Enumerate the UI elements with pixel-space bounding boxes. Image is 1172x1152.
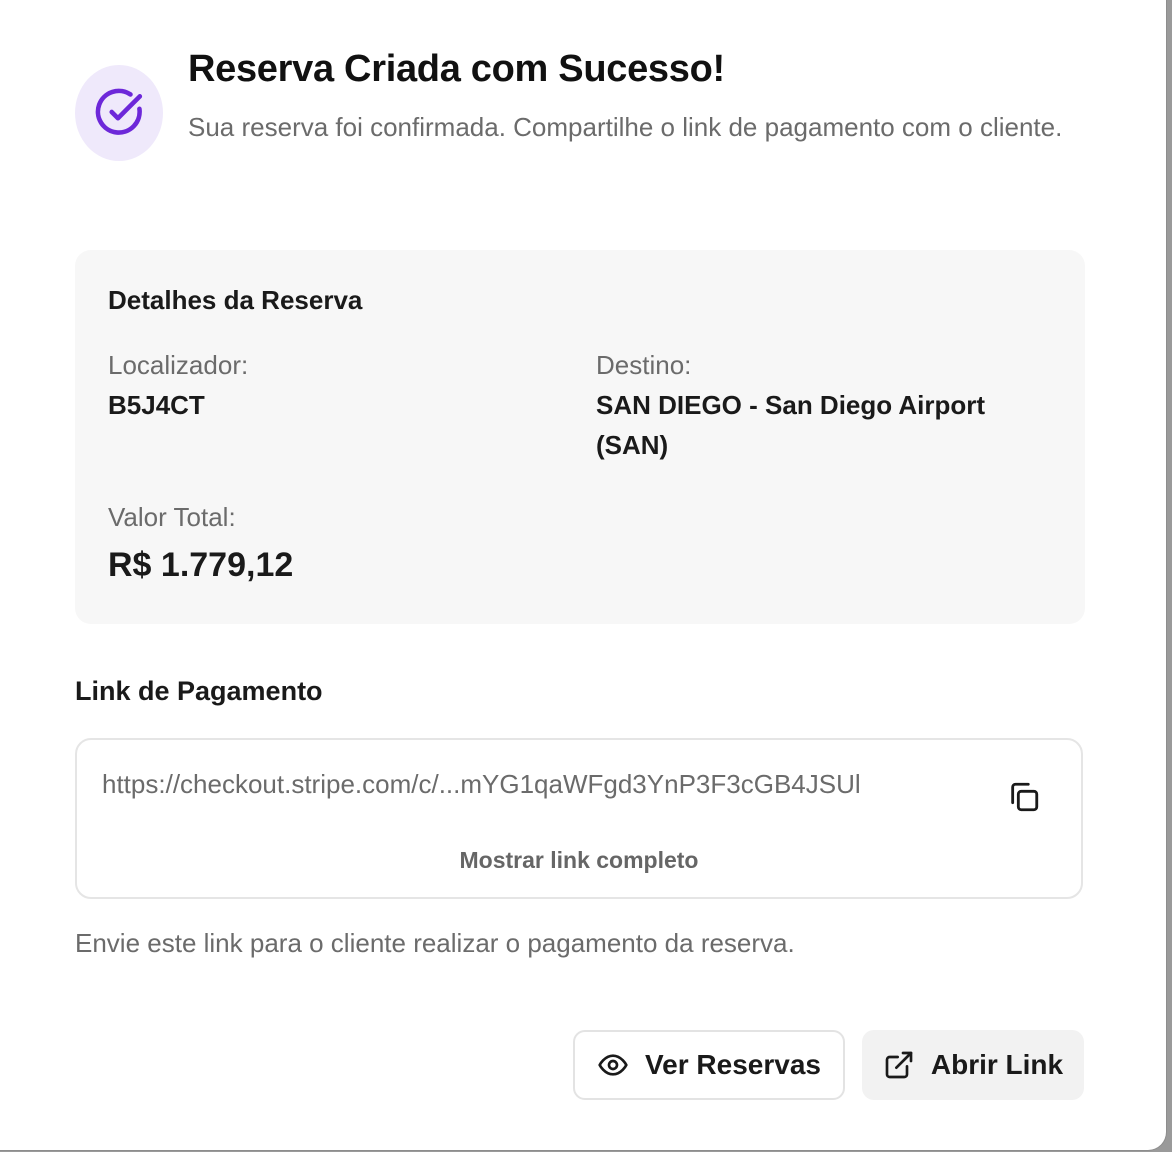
destination-value: SAN DIEGO - San Diego Airport (SAN) — [596, 390, 986, 460]
view-reservations-button[interactable]: Ver Reservas — [573, 1030, 845, 1100]
locator-label: Localizador: — [108, 350, 249, 380]
destination-label: Destino: — [596, 350, 692, 380]
locator-value: B5J4CT — [108, 390, 205, 420]
dialog-subtitle: Sua reserva foi confirmada. Compartilhe … — [188, 112, 1063, 142]
check-circle-icon — [95, 88, 143, 135]
dialog-title: Reserva Criada com Sucesso! — [188, 48, 725, 90]
success-icon-badge — [75, 65, 163, 161]
total-label: Valor Total: — [108, 502, 236, 532]
reservation-details-card: Detalhes da Reserva Localizador: B5J4CT … — [75, 250, 1085, 624]
payment-link-box: https://checkout.stripe.com/c/...mYG1qaW… — [75, 738, 1083, 899]
open-link-button[interactable]: Abrir Link — [862, 1030, 1084, 1100]
show-full-link-button[interactable]: Mostrar link completo — [77, 847, 1081, 874]
copy-link-button[interactable] — [1007, 780, 1041, 814]
total-value: R$ 1.779,12 — [108, 546, 294, 584]
external-link-icon — [885, 1051, 913, 1079]
payment-link-url[interactable]: https://checkout.stripe.com/c/...mYG1qaW… — [102, 769, 861, 800]
details-heading: Detalhes da Reserva — [108, 285, 363, 315]
copy-icon — [1011, 782, 1039, 812]
eye-icon — [598, 1054, 628, 1076]
success-dialog: Reserva Criada com Sucesso! Sua reserva … — [0, 0, 1166, 1150]
payment-link-heading: Link de Pagamento — [75, 676, 323, 706]
view-reservations-label: Ver Reservas — [645, 1049, 821, 1080]
payment-hint: Envie este link para o cliente realizar … — [75, 928, 795, 958]
open-link-label: Abrir Link — [930, 1049, 1064, 1080]
